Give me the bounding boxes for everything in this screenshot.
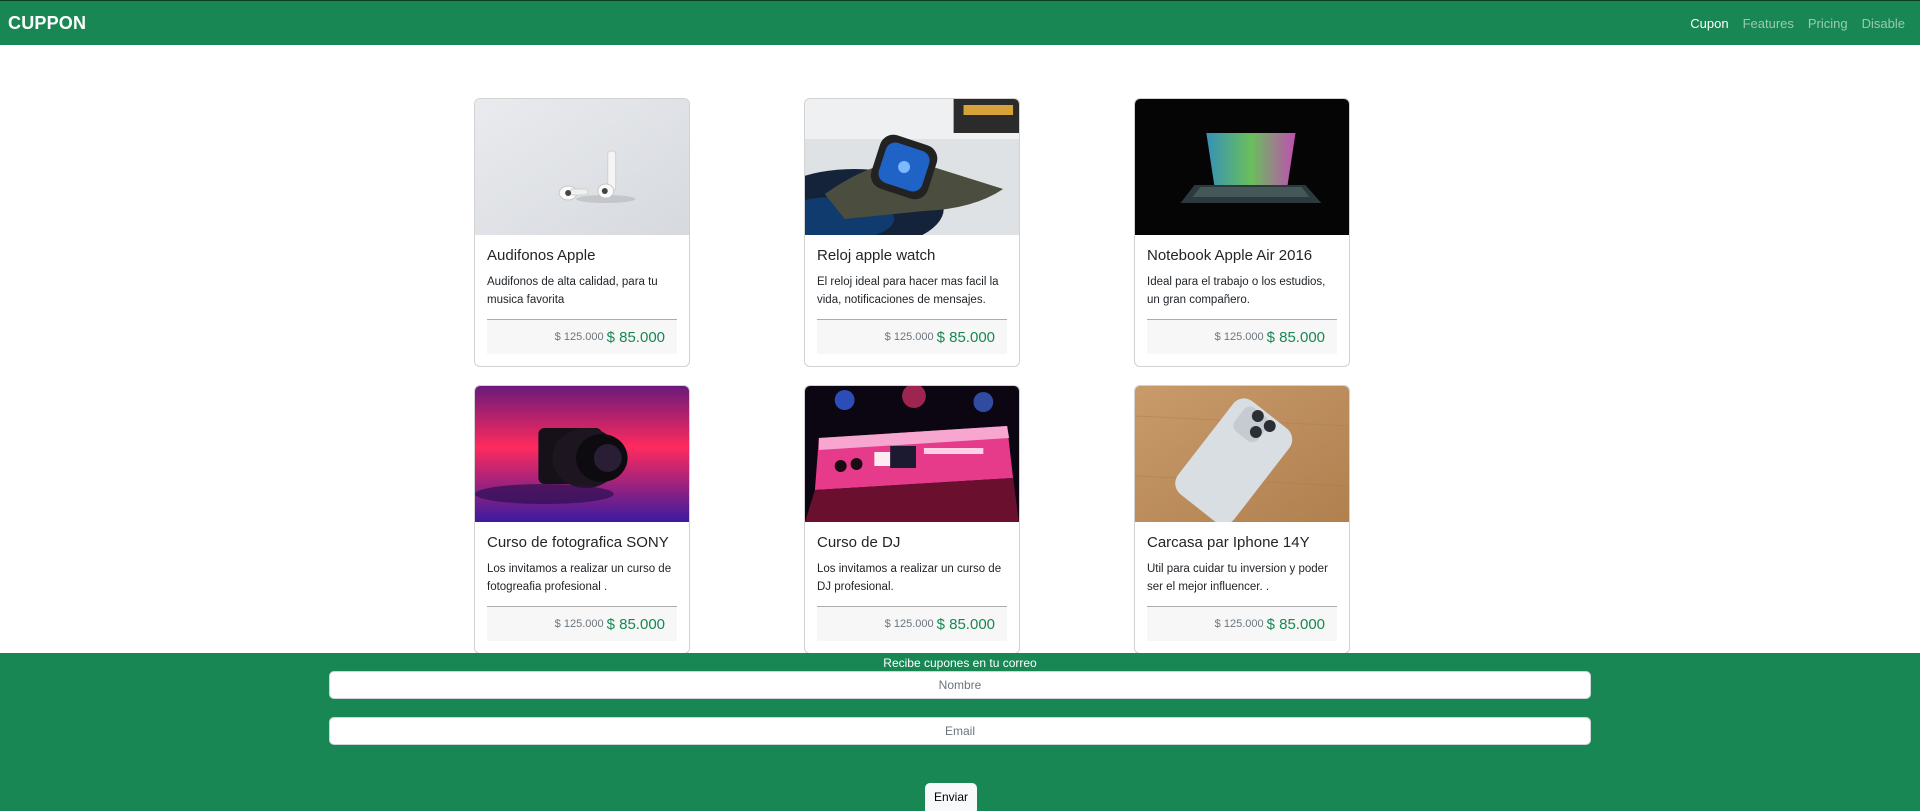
price-footer: $ 125.000 $ 85.000 [817, 606, 1007, 641]
price-footer: $ 125.000 $ 85.000 [487, 606, 677, 641]
discount-price: $ 85.000 [606, 328, 665, 346]
product-card: Curso de DJ Los invitamos a realizar un … [804, 385, 1020, 654]
old-price: $ 125.000 [1214, 331, 1264, 343]
discount-price: $ 85.000 [1266, 328, 1325, 346]
discount-price: $ 85.000 [1266, 615, 1325, 633]
nav-link-cupon[interactable]: Cupon [1683, 1, 1735, 46]
nav-link-pricing[interactable]: Pricing [1801, 1, 1855, 46]
price-footer: $ 125.000 $ 85.000 [1147, 606, 1337, 641]
nav-link-disable[interactable]: Disable [1855, 1, 1905, 46]
nav-links: Cupon Features Pricing Disable [1683, 1, 1905, 46]
price-footer: $ 125.000 $ 85.000 [817, 319, 1007, 354]
product-grid: Audifonos Apple Audifonos de alta calida… [474, 98, 1350, 654]
newsletter-section: Recibe cupones en tu correo Enviar [0, 653, 1920, 811]
product-description: Los invitamos a realizar un curso de fot… [487, 563, 672, 593]
email-field[interactable] [329, 717, 1591, 745]
price-footer: $ 125.000 $ 85.000 [487, 319, 677, 354]
nav-link-features[interactable]: Features [1736, 1, 1801, 46]
product-title[interactable]: Curso de fotografica SONY [487, 534, 677, 552]
old-price: $ 125.000 [884, 331, 934, 343]
discount-price: $ 85.000 [936, 328, 995, 346]
product-description: Audifonos de alta calidad, para tu music… [487, 276, 658, 306]
apple-watch-photo [805, 99, 1019, 235]
iphone-photo [1135, 386, 1349, 522]
product-description: Ideal para el trabajo o los estudios, un… [1147, 276, 1326, 306]
product-card: Curso de fotografica SONY Los invitamos … [474, 385, 690, 654]
old-price: $ 125.000 [884, 618, 934, 630]
product-title[interactable]: Notebook Apple Air 2016 [1147, 247, 1337, 265]
product-card: Notebook Apple Air 2016 Ideal para el tr… [1134, 98, 1350, 367]
newsletter-title: Recibe cupones en tu correo [883, 656, 1037, 670]
product-card: Audifonos Apple Audifonos de alta calida… [474, 98, 690, 367]
old-price: $ 125.000 [554, 331, 604, 343]
product-description: El reloj ideal para hacer mas facil la v… [817, 276, 999, 306]
product-card: Reloj apple watch El reloj ideal para ha… [804, 98, 1020, 367]
price-footer: $ 125.000 $ 85.000 [1147, 319, 1337, 354]
product-title[interactable]: Curso de DJ [817, 534, 1007, 552]
old-price: $ 125.000 [554, 618, 604, 630]
discount-price: $ 85.000 [606, 615, 665, 633]
discount-price: $ 85.000 [936, 615, 995, 633]
airpods-photo [475, 99, 689, 235]
product-card: Carcasa par Iphone 14Y Util para cuidar … [1134, 385, 1350, 654]
product-title[interactable]: Audifonos Apple [487, 247, 677, 265]
macbook-photo [1135, 99, 1349, 235]
dj-mixer-photo [805, 386, 1019, 522]
camera-photo [475, 386, 689, 522]
submit-button[interactable]: Enviar [925, 783, 977, 811]
product-title[interactable]: Carcasa par Iphone 14Y [1147, 534, 1337, 552]
name-field[interactable] [329, 671, 1591, 699]
brand-logo[interactable]: CUPPON [8, 13, 86, 34]
product-title[interactable]: Reloj apple watch [817, 247, 1007, 265]
product-description: Los invitamos a realizar un curso de DJ … [817, 563, 1002, 593]
product-description: Util para cuidar tu inversion y poder se… [1147, 563, 1328, 593]
old-price: $ 125.000 [1214, 618, 1264, 630]
navbar: CUPPON Cupon Features Pricing Disable [0, 0, 1920, 45]
